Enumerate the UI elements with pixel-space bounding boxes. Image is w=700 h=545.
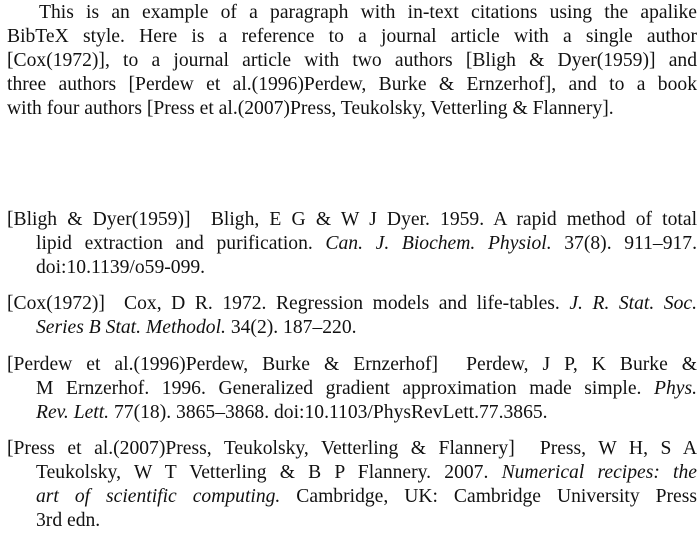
paragraph-line: BibTeX style. Here is a reference to a j… bbox=[7, 26, 697, 47]
reference-label: [Cox(1972)] bbox=[7, 293, 105, 314]
paragraph-line: [Cox(1972)], to a journal article with t… bbox=[7, 50, 697, 71]
reference-entry-press: [Press et al.(2007)Press, Teukolsky, Vet… bbox=[7, 437, 697, 533]
reference-entry-cox: [Cox(1972)] Cox, D R. 1972. Regression m… bbox=[7, 292, 697, 340]
reference-line: M Ernzerhof. 1996. Generalized gradient … bbox=[36, 378, 697, 399]
journal-title: J. R. Stat. Soc. bbox=[569, 293, 697, 314]
journal-title: Series B Stat. Methodol. bbox=[36, 317, 226, 338]
book-title: art of scientific computing. bbox=[36, 486, 281, 507]
reference-line: Series B Stat. Methodol. 34(2). 187–220. bbox=[36, 317, 357, 338]
reference-line: Teukolsky, W T Vetterling & B P Flannery… bbox=[36, 462, 697, 483]
reference-entry-bligh-dyer: [Bligh & Dyer(1959)] Bligh, E G & W J Dy… bbox=[7, 208, 697, 280]
reference-label: [Perdew et al.(1996)Perdew, Burke & Ernz… bbox=[7, 354, 439, 375]
book-title: Numerical recipes: the bbox=[501, 462, 697, 483]
journal-title: Rev. Lett. bbox=[36, 402, 110, 423]
reference-line: doi:10.1139/o59-099. bbox=[36, 257, 206, 278]
reference-line: art of scientific computing. Cambridge, … bbox=[36, 486, 697, 507]
reference-line: Rev. Lett. 77(18). 3865–3868. doi:10.110… bbox=[36, 402, 548, 423]
paragraph-line: with four authors [Press et al.(2007)Pre… bbox=[7, 98, 614, 119]
reference-line: lipid extraction and purification. Can. … bbox=[36, 233, 697, 254]
journal-title: Phys. bbox=[654, 378, 697, 399]
journal-title: Can. J. Biochem. Physiol. bbox=[325, 233, 552, 254]
reference-label: [Press et al.(2007)Press, Teukolsky, Vet… bbox=[7, 438, 515, 459]
reference-line: [Cox(1972)] Cox, D R. 1972. Regression m… bbox=[7, 293, 697, 314]
reference-label: [Bligh & Dyer(1959)] bbox=[7, 209, 191, 230]
paragraph-line: three authors [Perdew et al.(1996)Perdew… bbox=[7, 74, 697, 95]
intro-paragraph: This is an example of a paragraph with i… bbox=[7, 1, 697, 121]
reference-line: [Press et al.(2007)Press, Teukolsky, Vet… bbox=[7, 438, 698, 459]
reference-line: [Bligh & Dyer(1959)] Bligh, E G & W J Dy… bbox=[7, 209, 698, 230]
paragraph-line: This is an example of a paragraph with i… bbox=[39, 2, 697, 23]
reference-line: 3rd edn. bbox=[36, 510, 101, 531]
reference-line: [Perdew et al.(1996)Perdew, Burke & Ernz… bbox=[7, 354, 698, 375]
reference-entry-perdew: [Perdew et al.(1996)Perdew, Burke & Ernz… bbox=[7, 353, 697, 425]
